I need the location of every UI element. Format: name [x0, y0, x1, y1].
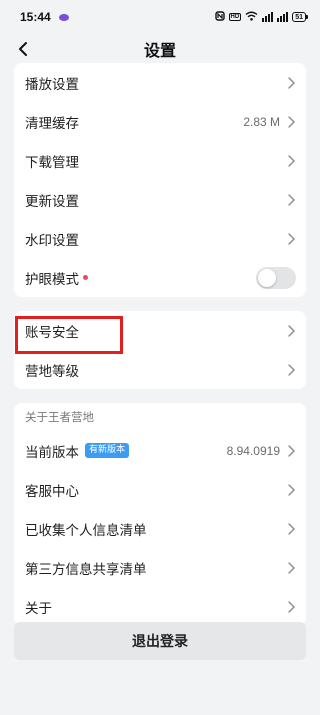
status-time: 15:44: [20, 10, 51, 24]
eye-protection-label: 护眼模式: [25, 271, 79, 288]
row-label: 播放设置: [25, 76, 79, 93]
toggle-knob: [258, 268, 276, 287]
chevron-right-icon: [286, 115, 296, 129]
eye-protection-toggle[interactable]: [256, 266, 296, 289]
row-account-security[interactable]: 账号安全: [14, 311, 306, 350]
chevron-right-icon: [286, 154, 296, 168]
row-update-settings[interactable]: 更新设置: [14, 180, 306, 219]
chevron-right-icon: [286, 522, 296, 536]
signal-icon-2: [277, 12, 289, 22]
wifi-icon: [245, 11, 258, 23]
row-label: 第三方信息共享清单: [25, 561, 147, 578]
row-third-party-sharing-list[interactable]: 第三方信息共享清单: [14, 548, 306, 587]
nav-bar: 设置: [0, 34, 320, 64]
signal-icon-1: [262, 12, 274, 22]
settings-group-general: 播放设置 清理缓存 2.83 M 下载管理 更新设置 水印设置 护眼模式: [14, 63, 306, 297]
chevron-right-icon: [286, 76, 296, 90]
battery-level: 51: [292, 12, 306, 22]
settings-group-account: 账号安全 营地等级: [14, 311, 306, 389]
row-label: 营地等级: [25, 363, 79, 380]
row-label: 下载管理: [25, 154, 79, 171]
section-header: 关于王者营地: [25, 410, 94, 424]
row-label: 客服中心: [25, 483, 79, 500]
row-clear-cache[interactable]: 清理缓存 2.83 M: [14, 102, 306, 141]
chevron-right-icon: [286, 483, 296, 497]
row-eye-protection: 护眼模式: [14, 258, 306, 297]
row-label: 水印设置: [25, 232, 79, 249]
logout-button[interactable]: 退出登录: [14, 622, 306, 660]
version-label: 当前版本: [25, 444, 79, 461]
row-current-version[interactable]: 当前版本 有新版本 8.94.0919: [14, 431, 306, 470]
chevron-right-icon: [286, 363, 296, 377]
version-number: 8.94.0919: [226, 443, 280, 458]
back-button[interactable]: [10, 36, 36, 62]
chevron-left-icon: [19, 42, 27, 56]
row-download-management[interactable]: 下载管理: [14, 141, 306, 180]
battery-icon: 51: [292, 12, 308, 22]
row-about[interactable]: 关于: [14, 587, 306, 626]
row-customer-service[interactable]: 客服中心: [14, 470, 306, 509]
app-notification-icon: [58, 13, 69, 21]
chevron-right-icon: [286, 232, 296, 246]
row-label: 清理缓存: [25, 115, 79, 132]
row-label: 关于: [25, 600, 52, 617]
page-title: 设置: [143, 41, 176, 60]
row-collected-info-list[interactable]: 已收集个人信息清单: [14, 509, 306, 548]
row-watermark-settings[interactable]: 水印设置: [14, 219, 306, 258]
row-label: 护眼模式: [25, 268, 256, 288]
new-version-badge: 有新版本: [85, 443, 130, 458]
row-label: 当前版本 有新版本: [25, 441, 227, 461]
chevron-right-icon: [286, 193, 296, 207]
cache-size: 2.83 M: [243, 114, 280, 129]
hd-icon: HD: [228, 13, 242, 21]
chevron-right-icon: [286, 444, 296, 458]
settings-group-about: 关于王者营地 当前版本 有新版本 8.94.0919 客服中心 已收集个人信息清…: [14, 403, 306, 626]
chevron-right-icon: [286, 600, 296, 614]
new-indicator-dot: [83, 275, 88, 280]
row-label: 更新设置: [25, 193, 79, 210]
row-play-settings[interactable]: 播放设置: [14, 63, 306, 102]
row-label: 账号安全: [25, 324, 79, 341]
status-bar: 15:44 HD 51: [0, 0, 320, 34]
nfc-icon: [214, 11, 225, 23]
row-label: 已收集个人信息清单: [25, 522, 147, 539]
chevron-right-icon: [286, 561, 296, 575]
chevron-right-icon: [286, 324, 296, 338]
row-camp-level[interactable]: 营地等级: [14, 350, 306, 389]
